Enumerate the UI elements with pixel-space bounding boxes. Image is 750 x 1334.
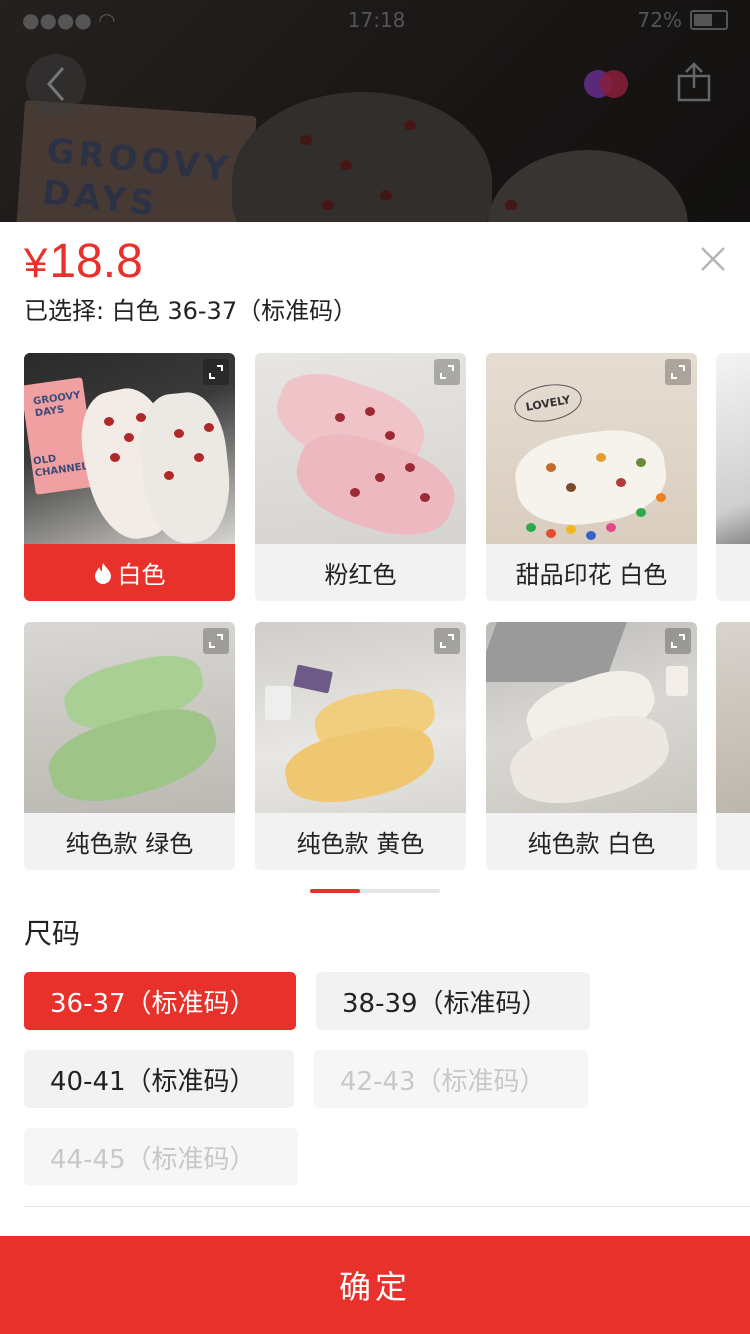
size-option-36-37[interactable]: 36-37（标准码）: [24, 972, 296, 1030]
heart-pattern: [385, 431, 395, 440]
back-button[interactable]: [26, 54, 86, 114]
battery-percent: 72%: [637, 8, 682, 32]
color-option-partial[interactable]: [716, 622, 750, 870]
color-option[interactable]: LOVELY 甜品印花 白色: [486, 353, 697, 601]
color-label: 纯色款 绿色: [24, 813, 235, 870]
heart-pattern: [104, 417, 114, 426]
lovely-badge: LOVELY: [511, 379, 585, 427]
page-indicator: [310, 889, 440, 893]
brand-logo-icon: [584, 70, 628, 98]
close-icon[interactable]: [696, 242, 730, 276]
color-option[interactable]: GROOVY DAYS OLD CHANNEL 白色: [24, 353, 235, 601]
sku-sheet: ¥18.8 已选择: 白色 36-37（标准码） GROOVY DAYS OLD…: [0, 222, 750, 1334]
photo-book: [293, 664, 333, 694]
slipper-shape: [510, 422, 672, 534]
size-option-42-43: 42-43（标准码）: [314, 1050, 588, 1108]
charm: [546, 529, 556, 538]
size-option-44-45: 44-45（标准码）: [24, 1128, 298, 1186]
color-option[interactable]: 纯色款 黄色: [255, 622, 466, 870]
dessert-pattern: [546, 463, 556, 472]
heart-pattern: [375, 473, 385, 482]
heart-pattern: [204, 423, 214, 432]
photo-glass: [265, 686, 291, 720]
fire-icon: [94, 562, 111, 584]
selected-summary: 已选择: 白色 36-37（标准码）: [24, 294, 357, 328]
color-option[interactable]: 粉红色: [255, 353, 466, 601]
status-right: 72%: [638, 8, 728, 32]
heart-pattern: [194, 453, 204, 462]
dessert-pattern: [566, 483, 576, 492]
expand-icon[interactable]: [434, 359, 460, 385]
photo-candle: [666, 666, 688, 696]
divider: [24, 1206, 750, 1207]
expand-icon[interactable]: [203, 628, 229, 654]
color-option[interactable]: 纯色款 绿色: [24, 622, 235, 870]
charm: [526, 523, 536, 532]
currency-symbol: ¥: [24, 239, 48, 286]
color-grid: GROOVY DAYS OLD CHANNEL 白色 粉红色 LOVELY 甜品…: [24, 353, 750, 873]
color-label: [716, 544, 750, 601]
confirm-button[interactable]: 确定: [0, 1236, 750, 1334]
status-time: 17:18: [347, 8, 406, 32]
slipper-shape: [279, 717, 441, 813]
price-value: 18.8: [49, 235, 143, 288]
color-thumbnail: [716, 622, 750, 813]
price: ¥18.8: [24, 232, 143, 293]
heart-pattern: [420, 493, 430, 502]
color-label: 纯色款 白色: [486, 813, 697, 870]
status-bar: ●●●● ◠ 17:18 72%: [0, 0, 750, 40]
color-label: [716, 813, 750, 870]
color-label: 甜品印花 白色: [486, 544, 697, 601]
charm: [586, 531, 596, 540]
heart-pattern: [350, 488, 360, 497]
heart-pattern: [335, 413, 345, 422]
selected-value: 白色 36-37（标准码）: [111, 297, 358, 325]
heart-pattern: [164, 471, 174, 480]
charm: [636, 508, 646, 517]
color-label: 白色: [24, 544, 235, 601]
color-thumbnail: [716, 353, 750, 544]
charm: [566, 525, 576, 534]
chevron-left-icon: [47, 67, 65, 101]
expand-icon[interactable]: [665, 359, 691, 385]
expand-icon[interactable]: [665, 628, 691, 654]
color-option-partial[interactable]: [716, 353, 750, 601]
heart-pattern: [405, 463, 415, 472]
share-button[interactable]: [666, 54, 722, 110]
size-option-38-39[interactable]: 38-39（标准码）: [316, 972, 590, 1030]
dessert-pattern: [616, 478, 626, 487]
battery-icon: [690, 10, 728, 30]
charm: [606, 523, 616, 532]
heart-pattern: [365, 407, 375, 416]
heart-pattern: [174, 429, 184, 438]
color-option[interactable]: 纯色款 白色: [486, 622, 697, 870]
charm: [656, 493, 666, 502]
size-option-40-41[interactable]: 40-41（标准码）: [24, 1050, 294, 1108]
color-label: 粉红色: [255, 544, 466, 601]
heart-pattern: [136, 413, 146, 422]
share-icon: [677, 62, 711, 102]
heart-pattern: [110, 453, 120, 462]
selected-prefix: 已选择:: [24, 297, 105, 325]
expand-icon[interactable]: [203, 359, 229, 385]
expand-icon[interactable]: [434, 628, 460, 654]
color-label: 纯色款 黄色: [255, 813, 466, 870]
color-label-text: 白色: [117, 561, 166, 589]
dessert-pattern: [636, 458, 646, 467]
size-section-title: 尺码: [24, 917, 81, 950]
page-indicator-active: [310, 889, 360, 893]
heart-pattern: [124, 433, 134, 442]
signal-icon: ●●●● ◠: [22, 8, 116, 32]
dessert-pattern: [596, 453, 606, 462]
